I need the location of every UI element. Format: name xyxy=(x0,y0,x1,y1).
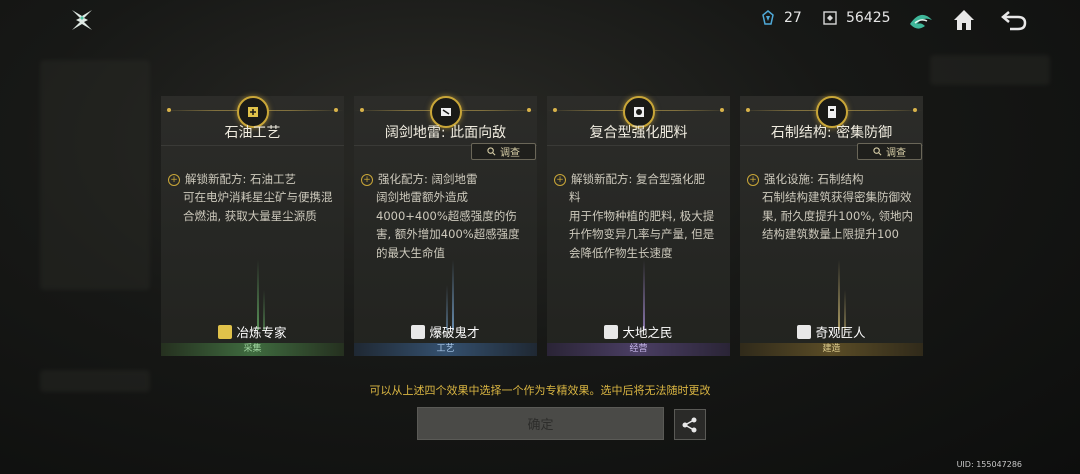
perk-card-1[interactable]: 石油工艺 + 解锁新配方: 石油工艺 可在电炉消耗星尘矿与便携混合燃油, 获取大量… xyxy=(161,96,344,356)
inspect-button[interactable]: 调查 xyxy=(857,143,922,160)
game-logo-icon[interactable] xyxy=(70,8,94,32)
light-beam xyxy=(643,260,645,330)
category-footer: 建造 xyxy=(740,343,923,356)
perk-card-3[interactable]: 复合型强化肥料 + 解锁新配方: 复合型强化肥 料 用于作物种植的肥料, 极大提升… xyxy=(547,96,730,356)
category-footer: 经营 xyxy=(547,343,730,356)
perk-title: 石制结构: 密集防御 xyxy=(770,125,893,141)
perk-description: + 强化设施: 石制结构 石制结构建筑获得密集防御效果, 耐久度提升100%, 领… xyxy=(747,170,915,244)
light-beam xyxy=(257,260,259,330)
currency-stat: 56425 xyxy=(822,10,891,26)
role-label: 爆破鬼才 xyxy=(354,322,537,341)
light-beam xyxy=(452,260,454,330)
upgrade-plus-icon: + xyxy=(168,174,180,186)
demolition-icon xyxy=(411,324,426,339)
confirm-button[interactable]: 确定 xyxy=(417,407,664,440)
upgrade-plus-icon: + xyxy=(747,174,759,186)
role-label: 冶炼专家 xyxy=(161,322,344,341)
selection-note: 可以从上述四个效果中选择一个作为专精效果。选中后将无法随时更改 xyxy=(369,384,711,397)
perk-description: + 解锁新配方: 复合型强化肥 料 用于作物种植的肥料, 极大提升作物变异几率与产… xyxy=(554,170,722,262)
upgrade-plus-icon: + xyxy=(361,174,373,186)
category-footer: 工艺 xyxy=(354,343,537,356)
upgrade-plus-icon: + xyxy=(554,174,566,186)
perk-description: + 强化配方: 阔剑地雷 阔剑地雷额外造成4000+400%超感强度的伤害, 额外… xyxy=(361,170,529,262)
top-bar: 27 56425 xyxy=(0,0,1080,40)
currency-icon xyxy=(823,11,837,25)
back-icon[interactable] xyxy=(1000,6,1028,34)
role-label: 大地之民 xyxy=(547,322,730,341)
currency-count: 56425 xyxy=(846,10,891,26)
perk-title: 石油工艺 xyxy=(224,125,281,141)
share-icon xyxy=(682,417,697,432)
user-id: UID: 155047286 xyxy=(956,460,1022,469)
perk-card-2[interactable]: 阔剑地雷: 此面向敌 调查 + 强化配方: 阔剑地雷 阔剑地雷额外造成4000+4… xyxy=(354,96,537,356)
search-icon xyxy=(873,147,882,156)
smelting-icon xyxy=(218,324,233,339)
share-button[interactable] xyxy=(674,409,706,440)
background-panel xyxy=(40,60,150,290)
role-label: 奇观匠人 xyxy=(740,322,923,341)
perk-title: 阔剑地雷: 此面向敌 xyxy=(384,125,507,141)
light-beam xyxy=(838,260,840,330)
search-icon xyxy=(487,147,496,156)
architect-icon xyxy=(797,324,812,339)
category-footer: 采集 xyxy=(161,343,344,356)
earth-icon xyxy=(604,324,619,339)
perk-title: 复合型强化肥料 xyxy=(589,125,688,141)
rune-icon[interactable] xyxy=(907,6,935,34)
crystal-icon xyxy=(762,10,774,25)
inspect-button[interactable]: 调查 xyxy=(471,143,536,160)
crystal-stat: 27 xyxy=(760,10,802,26)
background-panel xyxy=(930,55,1050,85)
perk-description: + 解锁新配方: 石油工艺 可在电炉消耗星尘矿与便携混合燃油, 获取大量星尘源质 xyxy=(168,170,336,225)
home-icon[interactable] xyxy=(950,6,978,34)
crystal-count: 27 xyxy=(784,10,802,26)
perk-card-4[interactable]: 石制结构: 密集防御 调查 + 强化设施: 石制结构 石制结构建筑获得密集防御效果… xyxy=(740,96,923,356)
